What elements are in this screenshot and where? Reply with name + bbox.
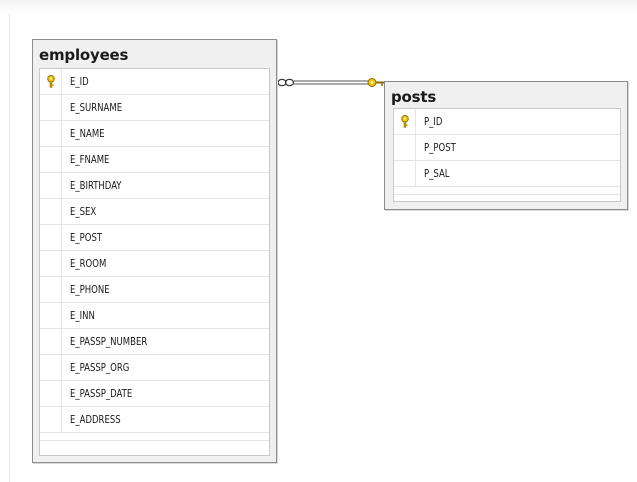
column-row[interactable]: E_NAME (40, 121, 269, 147)
row-selector[interactable] (40, 225, 62, 251)
table-employees[interactable]: employees E_ID E_SURNAME E_NAME E_FNAME E_BI… (32, 39, 277, 463)
column-name: E_PASSP_ORG (70, 361, 130, 374)
column-grid: E_ID E_SURNAME E_NAME E_FNAME E_BIRTHDAY E_SE… (39, 68, 270, 456)
column-row[interactable]: E_ADDRESS (40, 407, 269, 433)
column-name: E_PASSP_DATE (70, 387, 133, 400)
primary-key-icon (47, 75, 55, 88)
diagram-canvas[interactable]: employees E_ID E_SURNAME E_NAME E_FNAME E_BI… (0, 0, 637, 482)
row-selector[interactable] (40, 277, 62, 303)
column-row[interactable]: E_PASSP_ORG (40, 355, 269, 381)
column-row[interactable]: P_POST (394, 135, 620, 161)
column-row[interactable]: E_POST (40, 225, 269, 251)
row-selector[interactable] (40, 147, 62, 173)
column-row[interactable]: E_ROOM (40, 251, 269, 277)
row-selector[interactable] (394, 109, 416, 135)
column-name: E_SEX (70, 205, 97, 218)
column-row[interactable]: E_FNAME (40, 147, 269, 173)
row-selector[interactable] (40, 173, 62, 199)
empty-row (394, 187, 620, 195)
row-selector[interactable] (394, 161, 416, 187)
empty-row (40, 433, 269, 441)
column-name: P_POST (424, 141, 456, 154)
row-selector[interactable] (40, 355, 62, 381)
row-selector[interactable] (40, 199, 62, 225)
table-title: employees (39, 46, 129, 64)
column-grid: P_ID P_POST P_SAL (393, 108, 621, 202)
column-row[interactable]: E_BIRTHDAY (40, 173, 269, 199)
column-name: E_PASSP_NUMBER (70, 335, 148, 348)
row-selector[interactable] (40, 121, 62, 147)
column-row[interactable]: E_PASSP_DATE (40, 381, 269, 407)
table-posts[interactable]: posts P_ID P_POST P_SAL (384, 81, 628, 210)
column-name: E_ID (70, 75, 89, 88)
column-name: P_ID (424, 115, 443, 128)
column-row[interactable]: E_PHONE (40, 277, 269, 303)
primary-key-icon (401, 115, 409, 128)
row-selector[interactable] (40, 381, 62, 407)
row-selector[interactable] (40, 303, 62, 329)
table-title: posts (391, 88, 437, 106)
column-name: E_ADDRESS (70, 413, 121, 426)
many-end-infinity-icon (277, 78, 295, 87)
row-selector[interactable] (40, 407, 62, 433)
column-name: P_SAL (424, 167, 450, 180)
column-name: E_PHONE (70, 283, 110, 296)
row-selector[interactable] (40, 69, 62, 95)
column-name: E_FNAME (70, 153, 110, 166)
one-end-key-icon (367, 78, 385, 87)
row-selector[interactable] (40, 251, 62, 277)
row-selector[interactable] (40, 95, 62, 121)
column-name: E_INN (70, 309, 95, 322)
column-row[interactable]: P_ID (394, 109, 620, 135)
column-name: E_ROOM (70, 257, 107, 270)
column-name: E_BIRTHDAY (70, 179, 122, 192)
column-row[interactable]: E_INN (40, 303, 269, 329)
row-selector[interactable] (40, 329, 62, 355)
column-name: E_POST (70, 231, 103, 244)
column-row[interactable]: E_SEX (40, 199, 269, 225)
column-row[interactable]: E_PASSP_NUMBER (40, 329, 269, 355)
column-name: E_SURNAME (70, 101, 123, 114)
column-row[interactable]: E_SURNAME (40, 95, 269, 121)
column-name: E_NAME (70, 127, 105, 140)
row-selector[interactable] (394, 135, 416, 161)
column-row[interactable]: E_ID (40, 69, 269, 95)
column-row[interactable]: P_SAL (394, 161, 620, 187)
